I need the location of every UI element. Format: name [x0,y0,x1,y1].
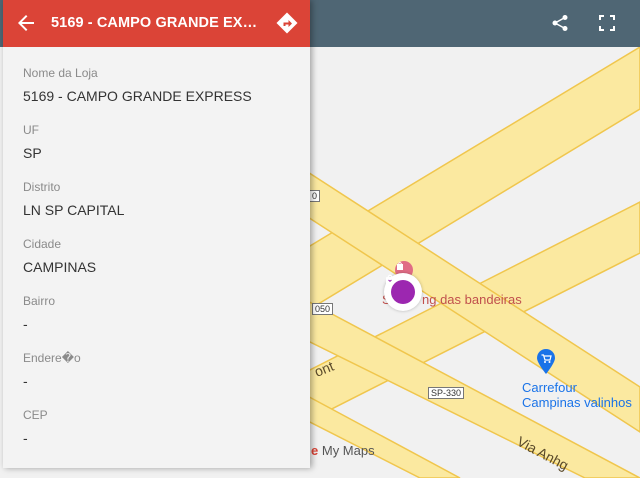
shopping-cart-pin-icon[interactable] [536,349,556,375]
panel-header: 5169 - CAMPO GRANDE EXPRESS [3,0,310,47]
poi-shopping-label[interactable]: ng das bandeiras [422,292,522,307]
field-bairro: Bairro - [23,294,55,332]
brand-e: e [311,443,319,458]
field-distrito: Distrito LN SP CAPITAL [23,180,124,218]
field-label: Distrito [23,180,61,194]
field-value: 5169 - CAMPO GRANDE EXPRESS [23,88,252,104]
field-cidade: Cidade CAMPINAS [23,237,96,275]
field-value: - [23,316,28,332]
shield-sp330: SP-330 [428,387,465,399]
field-value: CAMPINAS [23,259,97,275]
field-label: CEP [23,408,48,422]
shield-edge: 0 [309,190,321,202]
brand-mymaps: My Maps [321,443,375,458]
store-marker[interactable] [384,273,422,311]
field-nome-da-loja: Nome da Loja 5169 - CAMPO GRANDE EXPRESS [23,66,252,104]
field-label: Nome da Loja [23,66,98,80]
share-button[interactable] [548,11,572,35]
field-value: LN SP CAPITAL [23,202,125,218]
panel-title: 5169 - CAMPO GRANDE EXPRESS [51,15,261,31]
back-arrow-icon[interactable] [14,11,38,35]
field-endereco: Endere�o - [23,351,81,389]
mymaps-brand: e My Maps [311,443,375,458]
poi-carrefour-line2[interactable]: Campinas valinhos [522,395,632,410]
field-value: SP [23,145,42,161]
feature-details-panel: 5169 - CAMPO GRANDE EXPRESS Nome da Loja… [3,0,310,468]
store-marker-icon [386,274,415,304]
directions-icon[interactable] [275,11,299,35]
field-cep: CEP - [23,408,48,446]
poi-carrefour-line1[interactable]: Carrefour [522,380,577,395]
field-label: UF [23,123,39,137]
shield-050: 050 [312,303,334,315]
field-value: - [23,430,28,446]
field-label: Endere�o [23,351,81,365]
field-uf: UF SP [23,123,42,161]
field-label: Cidade [23,237,62,251]
field-value: - [23,373,28,389]
fullscreen-icon [599,15,615,31]
fullscreen-button[interactable] [595,11,619,35]
field-label: Bairro [23,294,56,308]
share-icon [552,15,568,31]
